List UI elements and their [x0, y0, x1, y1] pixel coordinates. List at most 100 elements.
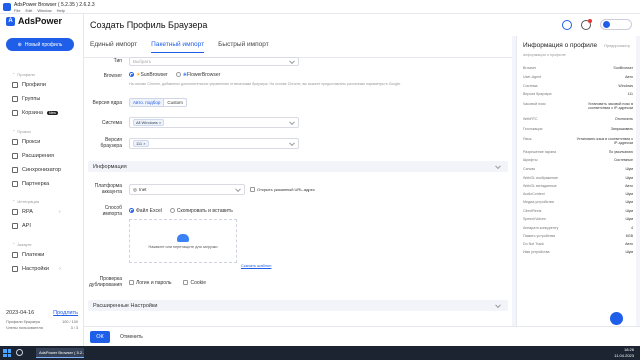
browser-label: Browser — [103, 73, 122, 79]
panel-row: WebGL метаданные Авто — [523, 184, 633, 188]
sidebar-item-proxies[interactable]: Прокси — [12, 139, 40, 145]
cancel-button[interactable]: Отменить — [120, 334, 143, 340]
panel-title: Информация о профиле — [523, 42, 598, 49]
clock-icon[interactable] — [562, 19, 572, 30]
version-select[interactable]: 111 × — [129, 138, 299, 149]
menu-window[interactable]: Window — [37, 8, 51, 13]
section-profiles: ⌃ Профили — [12, 72, 35, 77]
ok-button[interactable]: ОК — [90, 331, 110, 343]
core-custom-option[interactable]: Custom — [164, 99, 186, 106]
renew-link[interactable]: Продлить — [53, 310, 78, 316]
panel-row-value: Авто — [625, 242, 633, 246]
sidebar-item-settings[interactable]: Настройки › — [12, 266, 61, 272]
tab-quick-import[interactable]: Быстрый импорт — [218, 41, 269, 53]
menu-edit[interactable]: Edit — [25, 8, 32, 13]
panel-row: WebGL изображение Шум — [523, 176, 633, 180]
import-method-label: Способ импорта — [102, 205, 122, 217]
core-version-toggle: Авто. подбор Custom — [129, 98, 187, 107]
profiles-icon — [12, 82, 18, 88]
window-titlebar: AdsPower Browser ( 5.2.35 ) 2.6.2.3 File… — [0, 0, 640, 14]
dedupe-cookie[interactable]: Cookie — [183, 280, 206, 286]
extensions-icon — [12, 153, 18, 159]
chevron-down-icon — [289, 57, 295, 64]
panel-preview-label: Предпросмотр — [604, 44, 630, 48]
version-chip: 111 × — [133, 140, 149, 147]
menu-help[interactable]: Help — [57, 8, 65, 13]
core-auto-option[interactable]: Авто. подбор — [130, 99, 165, 106]
import-option-excel[interactable]: Файл Excel — [129, 208, 162, 214]
panel-row-key: Аппаратн.конкуренту — [523, 226, 559, 230]
browser-option-sunbrowser[interactable]: ☀SunBrowser — [129, 72, 168, 78]
menu-file[interactable]: File — [14, 8, 20, 13]
advanced-section-header[interactable]: Расширенные Настройки — [88, 300, 508, 311]
panel-row-value: 111 — [627, 92, 633, 96]
panel-row: Геолокация Запрашивать — [523, 127, 633, 131]
user-menu[interactable] — [600, 19, 632, 30]
platform-label: Платформа аккаунта — [94, 183, 122, 195]
panel-row-value: Шум — [625, 217, 633, 221]
panel-row-key: Разрешение экрана — [523, 150, 557, 154]
chevron-down-icon — [495, 301, 501, 308]
panel-row-value: Шум — [625, 200, 633, 204]
panel-row-key: WebGL изображение — [523, 176, 559, 180]
dedupe-login-password[interactable]: Логин и пароль — [129, 280, 171, 286]
panel-row-value: Шум — [625, 250, 633, 254]
sync-icon — [12, 167, 18, 173]
type-select[interactable]: Выбрать — [129, 57, 299, 66]
tab-batch-import[interactable]: Пакетный импорт — [151, 41, 205, 53]
sidebar-item-groups[interactable]: Группы — [12, 96, 40, 102]
members-quota-label: Члены пользователя — [6, 326, 43, 330]
proxy-icon — [12, 139, 18, 145]
panel-row: Версия браузера 111 — [523, 92, 633, 96]
browser-option-flowerbrowser[interactable]: ❀FlowerBrowser — [175, 72, 220, 78]
chevron-icon: ⌃ — [12, 72, 16, 77]
panel-row-value: Системные — [613, 158, 633, 162]
brand-logo-icon: A — [6, 16, 15, 26]
profiles-quota-value: 100 / 100 — [62, 320, 78, 324]
sidebar-item-extensions[interactable]: Расширения — [12, 153, 54, 159]
checkbox-icon — [250, 187, 255, 193]
avatar — [603, 21, 610, 28]
panel-row-value: Отключить — [614, 117, 633, 121]
sidebar-item-rpa[interactable]: RPA › — [12, 209, 61, 215]
radio-checked-icon — [129, 208, 134, 214]
checkbox-icon — [129, 280, 134, 286]
panel-row: Do Not Track Авто — [523, 242, 633, 246]
new-badge: New — [46, 111, 58, 115]
panel-row-key: Память устройства — [523, 234, 556, 238]
os-select[interactable]: All Windows × — [129, 117, 299, 128]
taskbar-app-adspower[interactable]: AdsPower Browser ( 5.2... — [36, 348, 84, 358]
partner-icon — [12, 181, 18, 187]
import-method-radio-group: Файл Excel Скопировать и вставить — [129, 208, 233, 214]
section-account: ⌃ Аккаунт — [12, 242, 32, 247]
core-label: Версия ядра — [92, 100, 122, 106]
new-profile-button[interactable]: ⊕ Новый профиль — [6, 38, 74, 51]
download-template-link[interactable]: Скачать шаблон — [241, 263, 271, 268]
import-option-paste[interactable]: Скопировать и вставить — [169, 208, 233, 214]
profiles-quota-label: Профили браузера — [6, 320, 40, 324]
chevron-icon: ⌃ — [12, 129, 16, 134]
platform-select[interactable]: ◎ Inet — [129, 184, 245, 195]
panel-row-key: Медиа-устройства — [523, 200, 554, 204]
sidebar-item-profiles[interactable]: Профили — [12, 82, 46, 88]
menu-bar: File Edit Window Help — [14, 8, 65, 13]
clock-date: 11.04.2023 — [614, 353, 634, 358]
tab-single-import[interactable]: Единый импорт — [90, 41, 137, 53]
sidebar-item-sync[interactable]: Синхронизатор — [12, 167, 61, 173]
windows-start-icon[interactable] — [3, 349, 11, 357]
open-url-checkbox[interactable]: Открыть указанный URL-адрес — [250, 187, 315, 193]
members-quota-value: 3 / 3 — [70, 326, 78, 330]
sidebar-item-partner[interactable]: Партнерка — [12, 181, 49, 187]
panel-row-key: User-Agent — [523, 75, 542, 79]
panel-row-key: Browser — [523, 66, 537, 70]
info-section-header[interactable]: Информация — [88, 161, 508, 172]
sidebar-item-trash[interactable]: Корзина New — [12, 110, 58, 116]
sidebar-footer: 2023-04-16 Продлить Профили браузера 100… — [6, 310, 78, 330]
search-icon[interactable] — [16, 349, 23, 356]
upload-dropzone[interactable]: Нажмите или перетащите для загрузки — [129, 219, 237, 263]
bell-icon[interactable] — [581, 18, 592, 30]
sidebar-item-api[interactable]: API — [12, 223, 31, 229]
sidebar-item-billing[interactable]: Платежи — [12, 252, 44, 258]
header-actions — [562, 18, 632, 30]
chat-support-icon[interactable] — [610, 312, 623, 325]
